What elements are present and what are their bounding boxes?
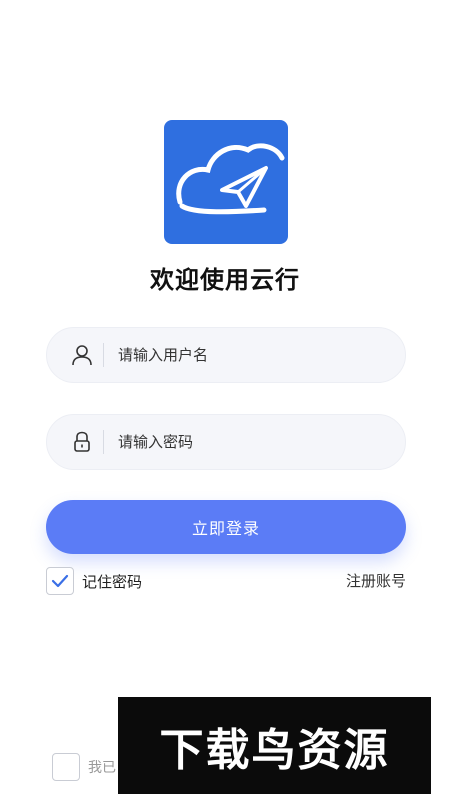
- password-field[interactable]: [46, 414, 406, 470]
- username-input[interactable]: [118, 346, 358, 364]
- password-input[interactable]: [118, 433, 358, 451]
- remember-label: 记住密码: [82, 572, 143, 591]
- remember-password[interactable]: 记住密码: [46, 567, 142, 595]
- username-field[interactable]: [46, 327, 406, 383]
- field-divider: [103, 430, 104, 454]
- user-icon: [69, 342, 95, 368]
- login-button[interactable]: 立即登录: [46, 500, 406, 554]
- watermark-banner: 下载鸟资源: [118, 697, 431, 794]
- agreement-checkbox[interactable]: [52, 753, 80, 781]
- field-divider: [103, 343, 104, 367]
- agreement-row[interactable]: 我已: [52, 753, 116, 781]
- checkmark-icon: [51, 574, 69, 588]
- register-link[interactable]: 注册账号: [346, 570, 406, 591]
- watermark-text: 下载鸟资源: [159, 724, 390, 776]
- lock-icon: [69, 429, 95, 455]
- app-logo: [164, 120, 288, 244]
- remember-checkbox[interactable]: [46, 567, 74, 595]
- welcome-title: 欢迎使用云行: [150, 266, 300, 294]
- agreement-text: 我已: [88, 760, 116, 776]
- cloud-paper-plane-icon: [176, 143, 285, 215]
